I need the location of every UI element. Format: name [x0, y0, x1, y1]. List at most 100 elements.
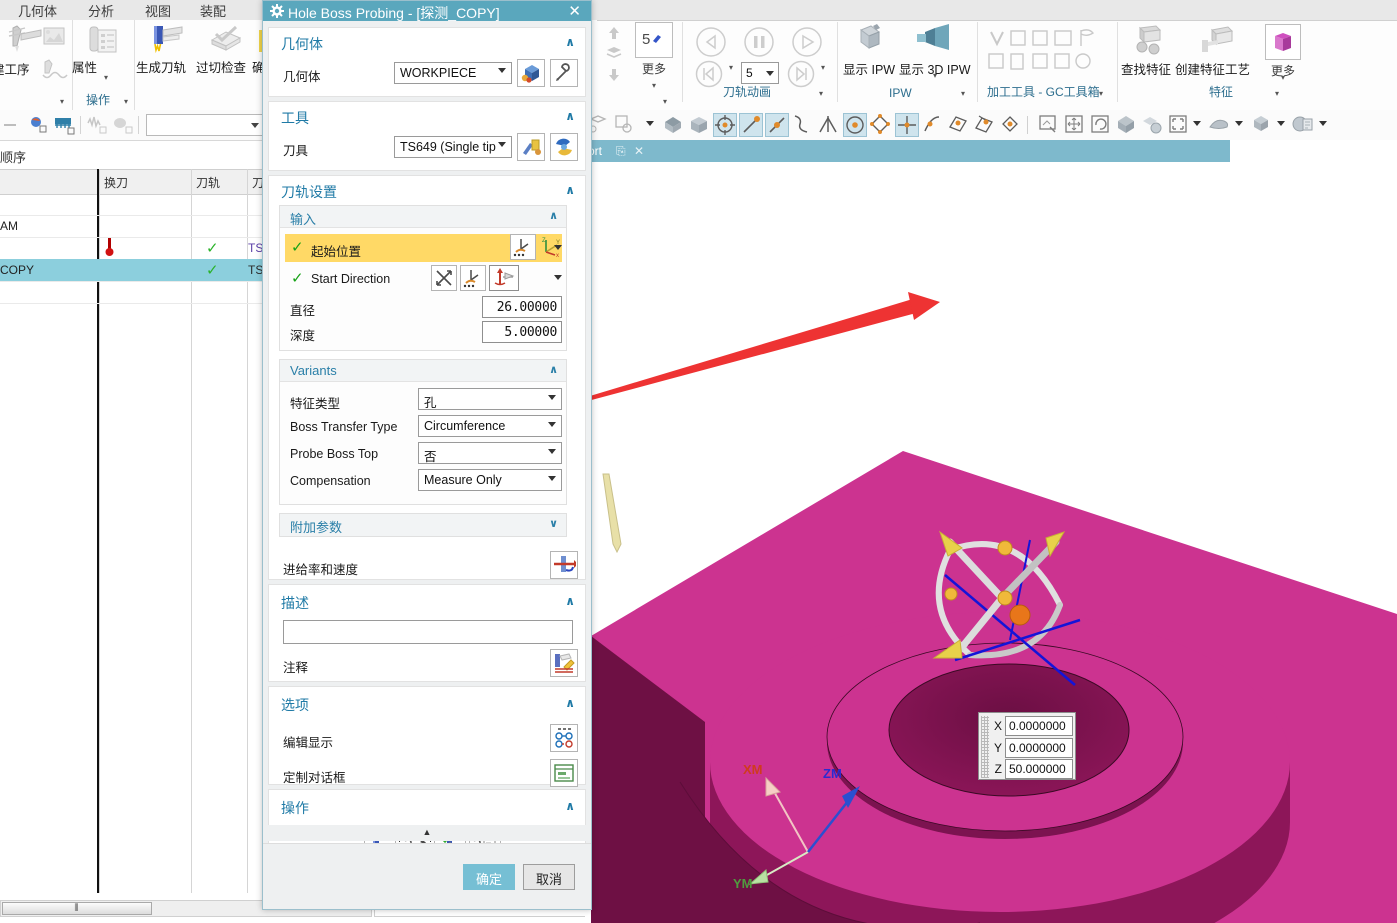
- options-chevron[interactable]: ∧: [565, 696, 575, 710]
- start-position-specify-button[interactable]: [510, 234, 536, 260]
- select-solid-icon[interactable]: [687, 113, 711, 137]
- tab-detach-icon[interactable]: ⎘: [616, 144, 626, 159]
- display-settings-dropdown[interactable]: [1317, 113, 1329, 137]
- tool-library-icon[interactable]: [112, 115, 132, 135]
- coord-x-input[interactable]: 0.0000000: [1005, 716, 1073, 736]
- show-3d-ipw-button[interactable]: 显示 3D IPW: [899, 24, 975, 58]
- start-direction-point-button[interactable]: [460, 265, 486, 291]
- graphics-viewport[interactable]: XC ZC YC XM ZM YM: [585, 162, 1397, 923]
- ribbon-tab-analysis[interactable]: 分析: [88, 1, 114, 20]
- probe-boss-top-select[interactable]: 否: [418, 442, 562, 464]
- skip-last-icon[interactable]: [785, 58, 817, 90]
- edit-display-button[interactable]: [550, 724, 578, 752]
- gouge-check-button[interactable]: 过切检查: [196, 24, 256, 56]
- snap-two-curve-intersection-icon[interactable]: [973, 113, 997, 137]
- coord-z-input[interactable]: 50.000000: [1005, 759, 1073, 779]
- compensation-select[interactable]: Measure Only: [418, 469, 562, 491]
- start-direction-vector-button[interactable]: [431, 265, 457, 291]
- ribbon-group-create-expand[interactable]: ▾: [60, 97, 64, 106]
- close-icon[interactable]: ✕: [568, 2, 581, 20]
- orient-view-icon[interactable]: [1249, 113, 1273, 137]
- ribbon-group-operation-expand[interactable]: ▾: [124, 97, 128, 106]
- snap-quadrant-icon[interactable]: [869, 113, 893, 137]
- toolpath-display-icon[interactable]: [86, 115, 106, 135]
- machine-geometry-icon[interactable]: [54, 115, 74, 135]
- geometry-select-button[interactable]: [517, 59, 545, 87]
- column-header-toolchange[interactable]: 换刀: [104, 174, 128, 191]
- start-direction-row[interactable]: ✓ Start Direction: [285, 264, 562, 294]
- more-toolpath-dropdown[interactable]: ▾: [652, 81, 656, 90]
- fit-dropdown[interactable]: [1191, 113, 1203, 137]
- note-edit-button[interactable]: [550, 649, 578, 677]
- tab-close-icon[interactable]: ✕: [634, 144, 644, 158]
- ribbon-tab-assembly[interactable]: 装配: [200, 1, 226, 20]
- description-chevron[interactable]: ∧: [565, 594, 575, 608]
- fit-view-icon[interactable]: [1037, 113, 1061, 137]
- snap-point-icon[interactable]: [713, 113, 737, 137]
- ribbon-group-animation-expand[interactable]: ▾: [819, 89, 823, 98]
- dialog-collapse-handle[interactable]: ▲: [268, 825, 586, 841]
- csys-manipulator[interactable]: [850, 480, 1110, 710]
- start-direction-axis-button[interactable]: [489, 265, 519, 291]
- tool-select[interactable]: TS649 (Single tip: [394, 136, 512, 158]
- ok-button[interactable]: 确定: [463, 864, 515, 890]
- render-style-icon[interactable]: [1207, 113, 1231, 137]
- column-header-toolpath[interactable]: 刀轨: [196, 174, 220, 191]
- show-ipw-button[interactable]: 显示 IPW: [843, 24, 905, 58]
- table-row[interactable]: AM: [0, 215, 268, 238]
- snap-more-icon[interactable]: [999, 113, 1023, 137]
- select-filter-dropdown[interactable]: [639, 113, 663, 137]
- coordinate-input-box[interactable]: X 0.0000000 Y 0.0000000 Z 50.000000: [978, 712, 1076, 780]
- additional-params-subsection[interactable]: 附加参数 ∨: [279, 513, 567, 537]
- display-settings-icon[interactable]: [1291, 113, 1315, 137]
- input-subsection-chevron[interactable]: ∧: [549, 209, 558, 222]
- geometry-edit-button[interactable]: [550, 59, 578, 87]
- shaded-with-edges-icon[interactable]: [1141, 113, 1165, 137]
- skip-first-icon[interactable]: [693, 58, 725, 90]
- ribbon-group-toolpath-expand[interactable]: ▾: [663, 97, 667, 106]
- start-position-row[interactable]: ✓ 起始位置 Z Y x: [285, 234, 562, 262]
- select-datum-icon[interactable]: [613, 113, 637, 137]
- dialog-title-bar[interactable]: Hole Boss Probing - [探测_COPY] ✕: [263, 1, 591, 21]
- snap-arc-center-icon[interactable]: [843, 113, 867, 137]
- gc-toolbox-icons[interactable]: [985, 26, 1105, 76]
- move-down-icon[interactable]: [605, 66, 623, 87]
- chevron-down-icon[interactable]: [554, 245, 562, 250]
- ribbon-tab-geometry[interactable]: 几何体: [18, 1, 57, 20]
- animation-speed-input[interactable]: 5: [741, 62, 779, 84]
- create-feature-process-button[interactable]: 创建特征工艺: [1175, 24, 1261, 58]
- operation-variant-button-a[interactable]: [36, 24, 74, 50]
- select-face-icon[interactable]: [661, 113, 685, 137]
- render-style-dropdown[interactable]: [1233, 113, 1245, 137]
- feeds-speeds-button[interactable]: [550, 551, 578, 579]
- tool-collapse-chevron[interactable]: ∧: [565, 109, 575, 123]
- feature-type-select[interactable]: 孔: [418, 388, 562, 410]
- toolpath-settings-chevron[interactable]: ∧: [565, 183, 575, 197]
- snap-control-point-icon[interactable]: [791, 113, 815, 137]
- new-tool-button[interactable]: [517, 133, 545, 161]
- animation-forward-dropdown[interactable]: ▾: [821, 63, 825, 72]
- geometry-collapse-chevron[interactable]: ∧: [565, 35, 575, 49]
- animation-back-dropdown[interactable]: ▾: [729, 63, 733, 72]
- additional-params-chevron[interactable]: ∨: [549, 517, 558, 530]
- snap-existing-point-icon[interactable]: [895, 113, 919, 137]
- snap-point-on-curve-icon[interactable]: [921, 113, 945, 137]
- table-row[interactable]: [0, 193, 268, 216]
- chevron-down-icon[interactable]: [554, 275, 562, 280]
- ribbon-group-ipw-expand[interactable]: ▾: [961, 89, 965, 98]
- more-feature-button[interactable]: [1265, 24, 1301, 60]
- search-input[interactable]: [146, 114, 264, 136]
- snap-intersection-icon[interactable]: [817, 113, 841, 137]
- hole-boss-probing-dialog[interactable]: Hole Boss Probing - [探测_COPY] ✕ 几何体 ∧ 几何…: [262, 0, 592, 910]
- scrollbar-thumb[interactable]: ⦀: [2, 902, 152, 915]
- find-feature-button[interactable]: 查找特征: [1121, 24, 1183, 58]
- more-feature-dropdown[interactable]: ▾: [1281, 73, 1285, 82]
- operation-variant-button-b[interactable]: [36, 56, 74, 82]
- variants-subsection-chevron[interactable]: ∧: [549, 363, 558, 376]
- properties-button[interactable]: 属性: [72, 24, 134, 56]
- move-up-icon[interactable]: [605, 24, 623, 45]
- table-row[interactable]: ✓ TS: [0, 237, 268, 260]
- shaded-view-icon[interactable]: [1115, 113, 1139, 137]
- drag-handle-icon[interactable]: [981, 716, 989, 778]
- step-back-icon[interactable]: [693, 24, 729, 60]
